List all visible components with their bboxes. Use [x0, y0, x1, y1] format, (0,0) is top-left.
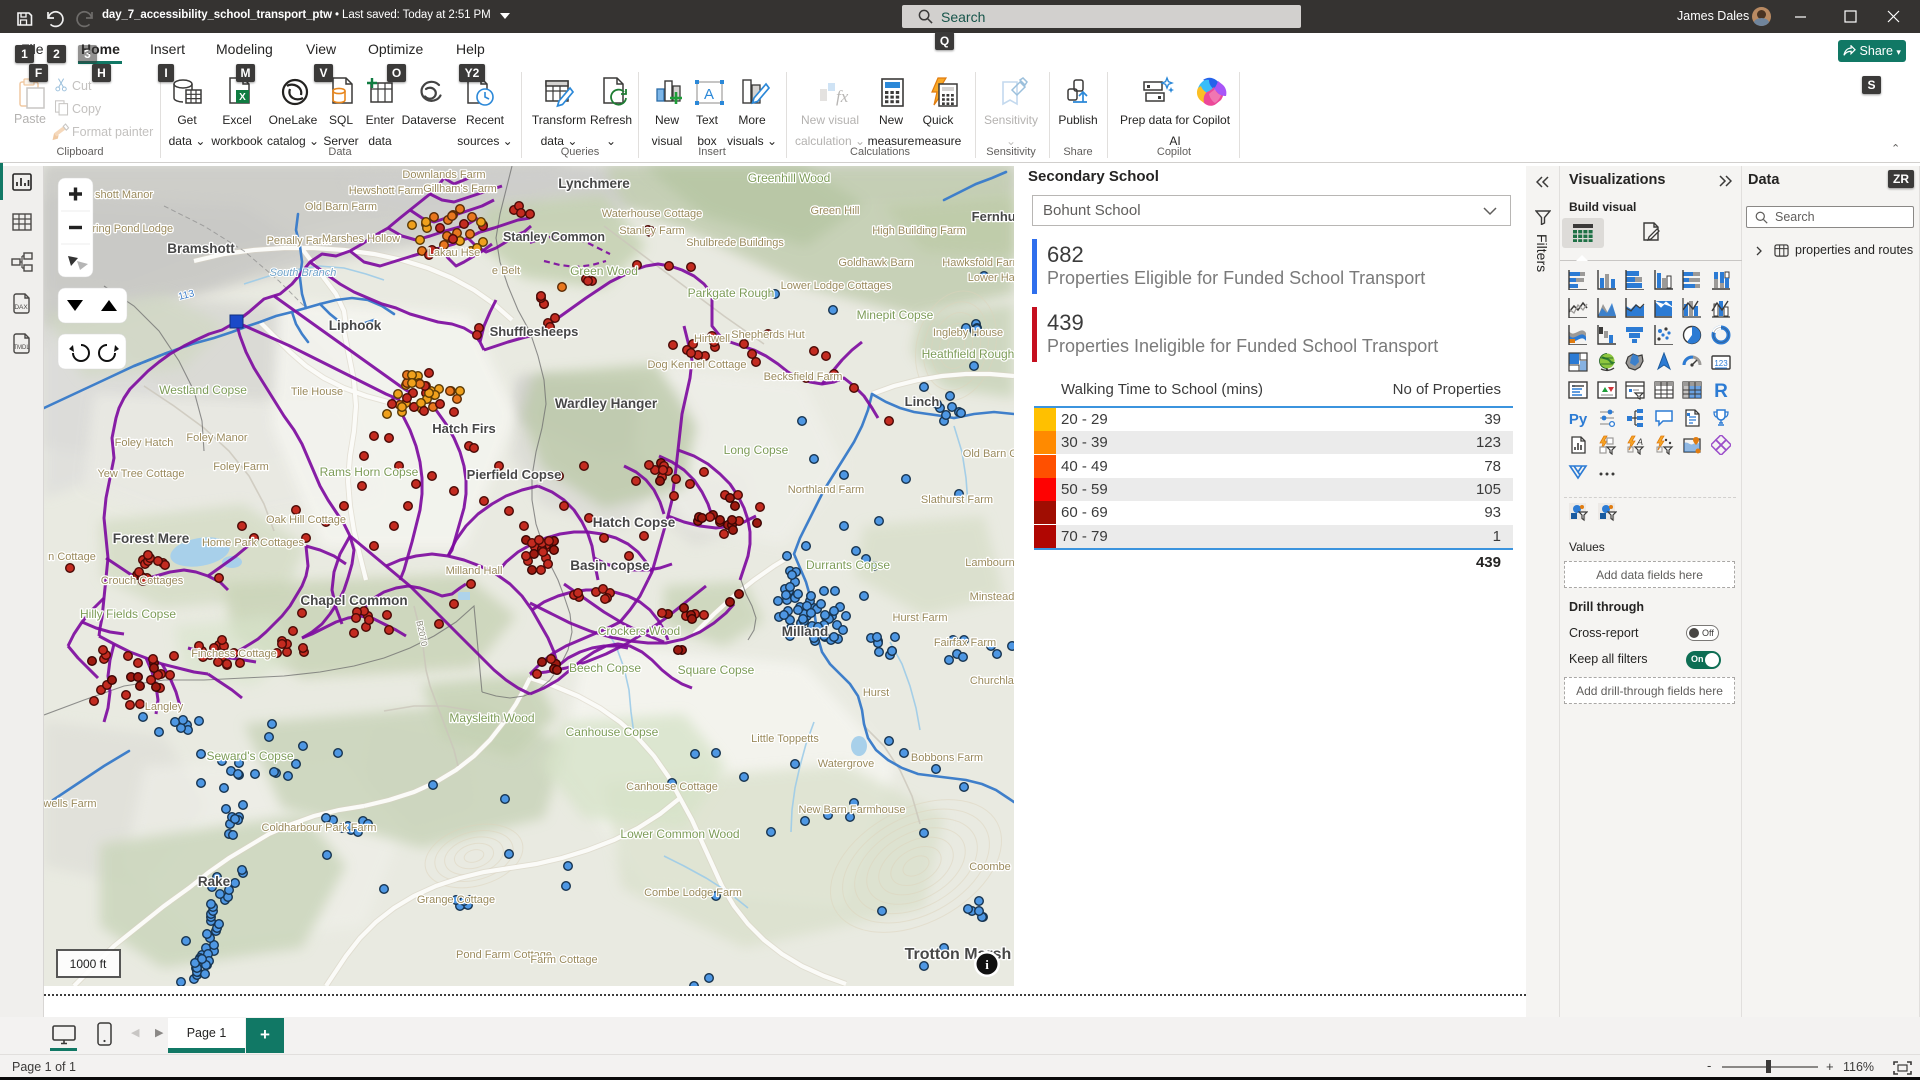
svg-text:Forest Mere: Forest Mere: [113, 531, 190, 546]
svg-text:Seward's Copse: Seward's Copse: [207, 749, 294, 763]
svg-text:Slathurst Farm: Slathurst Farm: [921, 494, 993, 506]
svg-text:Basin copse: Basin copse: [570, 558, 650, 573]
svg-text:Green Hill: Green Hill: [811, 205, 860, 217]
svg-text:Foley Manor: Foley Manor: [186, 432, 247, 444]
svg-text:Canhouse Cottage: Canhouse Cottage: [626, 781, 718, 793]
svg-text:Liphook: Liphook: [329, 318, 382, 333]
svg-text:Tile House: Tile House: [291, 386, 343, 398]
svg-text:R: R: [1714, 381, 1728, 400]
svg-text:Foley Hatch: Foley Hatch: [115, 437, 174, 449]
svg-text:Old Barn C: Old Barn C: [963, 448, 1014, 460]
svg-text:Lower Common Wood: Lower Common Wood: [620, 827, 739, 841]
svg-text:Coldharbour Park Farm: Coldharbour Park Farm: [262, 822, 377, 834]
svg-text:Old Barn Farm: Old Barn Farm: [305, 201, 377, 213]
svg-text:Hawksfold Farm: Hawksfold Farm: [942, 257, 1014, 269]
svg-text:Durrants Copse: Durrants Copse: [806, 558, 890, 572]
svg-text:Milland Hall: Milland Hall: [446, 565, 503, 577]
svg-text:wells Farm: wells Farm: [44, 798, 97, 810]
svg-text:Beech Copse: Beech Copse: [569, 661, 641, 675]
svg-text:fx: fx: [836, 87, 849, 106]
svg-text:Hurst: Hurst: [863, 687, 889, 699]
svg-text:Langley: Langley: [145, 701, 184, 713]
svg-text:123: 123: [1714, 359, 1728, 368]
svg-text:South Branch: South Branch: [270, 267, 337, 279]
svg-text:Maysleith Wood: Maysleith Wood: [449, 711, 534, 725]
svg-text:Churchland: Churchland: [970, 675, 1014, 687]
svg-text:1000 ft: 1000 ft: [70, 957, 107, 971]
svg-text:TMDL: TMDL: [13, 345, 30, 351]
svg-text:Hewshott Farm: Hewshott Farm: [349, 185, 424, 197]
svg-text:Hilly Fields Copse: Hilly Fields Copse: [80, 607, 176, 621]
svg-text:Square Copse: Square Copse: [678, 663, 755, 677]
svg-text:Lower Hay: Lower Hay: [968, 272, 1014, 284]
svg-text:Stanley Farm: Stanley Farm: [619, 225, 684, 237]
svg-text:Hatch Firs: Hatch Firs: [432, 421, 496, 436]
svg-text:n Cottage: n Cottage: [48, 551, 96, 563]
svg-text:Wardley Hanger: Wardley Hanger: [555, 396, 658, 411]
svg-text:Pierfield Copse: Pierfield Copse: [467, 467, 562, 482]
svg-text:Shufflesheeps: Shufflesheeps: [490, 324, 579, 339]
svg-text:Foley Farm: Foley Farm: [213, 461, 269, 473]
svg-text:Gillham's Farm: Gillham's Farm: [423, 183, 497, 195]
svg-text:Stanley Common: Stanley Common: [503, 230, 605, 244]
svg-text:Finchess Cottage: Finchess Cottage: [191, 648, 277, 660]
svg-text:Coombe: Coombe: [969, 861, 1011, 873]
svg-text:Lynchmere: Lynchmere: [558, 176, 630, 191]
svg-text:Little Toppetts: Little Toppetts: [751, 733, 819, 745]
svg-text:A: A: [1636, 437, 1643, 447]
svg-text:Parkgate Rough: Parkgate Rough: [688, 286, 775, 300]
svg-text:Heathfield Rough: Heathfield Rough: [922, 347, 1014, 361]
svg-text:Waterhouse Cottage: Waterhouse Cottage: [602, 208, 702, 220]
svg-text:Milland: Milland: [782, 624, 829, 639]
svg-text:Home Park Cottages: Home Park Cottages: [202, 537, 305, 549]
svg-text:Watergrove: Watergrove: [818, 758, 874, 770]
svg-text:e Belt: e Belt: [492, 265, 520, 277]
svg-text:Combe Lodge Farm: Combe Lodge Farm: [644, 887, 742, 899]
svg-text:Lower Lodge Cottages: Lower Lodge Cottages: [781, 280, 892, 292]
svg-text:Downlands Farm: Downlands Farm: [402, 169, 485, 181]
svg-text:Crouch Cottages: Crouch Cottages: [101, 575, 184, 587]
svg-text:Py: Py: [1569, 411, 1588, 428]
svg-text:Minepit Copse: Minepit Copse: [857, 308, 934, 322]
svg-text:High Building Farm: High Building Farm: [872, 225, 966, 237]
svg-text:Marshes Hollow: Marshes Hollow: [322, 233, 400, 245]
svg-text:Oak Hill Cottage: Oak Hill Cottage: [266, 514, 346, 526]
svg-text:Green Wood: Green Wood: [570, 264, 638, 278]
svg-text:Rake: Rake: [198, 874, 231, 889]
svg-text:Ingleby House: Ingleby House: [933, 327, 1003, 339]
svg-text:Hirtwell: Hirtwell: [694, 333, 730, 345]
svg-text:shott Manor: shott Manor: [95, 189, 153, 201]
svg-text:Shulbrede Buildings: Shulbrede Buildings: [686, 237, 784, 249]
svg-text:Northland Farm: Northland Farm: [788, 484, 864, 496]
svg-text:A: A: [704, 86, 714, 103]
svg-text:Bobbons Farm: Bobbons Farm: [911, 752, 983, 764]
svg-text:Hurst Farm: Hurst Farm: [893, 612, 948, 624]
svg-text:Bramshott: Bramshott: [167, 241, 235, 256]
svg-text:Goldhawk Barn: Goldhawk Barn: [838, 257, 913, 269]
svg-text:X: X: [239, 92, 246, 103]
svg-text:Long Copse: Long Copse: [724, 443, 789, 457]
svg-text:Chapel Common: Chapel Common: [300, 593, 407, 608]
svg-text:Yew Tree Cottage: Yew Tree Cottage: [97, 468, 184, 480]
svg-text:DAX: DAX: [14, 304, 28, 311]
svg-text:Dog Kennel Cottage: Dog Kennel Cottage: [647, 359, 746, 371]
svg-text:Rams Horn Copse: Rams Horn Copse: [320, 465, 419, 479]
svg-text:Minstead: Minstead: [970, 591, 1014, 603]
svg-text:Hatch Copse: Hatch Copse: [593, 515, 676, 530]
svg-text:Becksfield Farm: Becksfield Farm: [764, 371, 843, 383]
svg-text:Linch: Linch: [905, 394, 940, 409]
svg-text:Lakau Hse: Lakau Hse: [428, 247, 481, 259]
svg-text:Fernhurst: Fernhurst: [972, 209, 1014, 224]
svg-text:Greenhill Wood: Greenhill Wood: [748, 171, 831, 185]
svg-text:Shepherds Hut: Shepherds Hut: [731, 329, 804, 341]
svg-text:Canhouse Copse: Canhouse Copse: [566, 725, 659, 739]
svg-text:Farm Cottage: Farm Cottage: [530, 954, 597, 966]
svg-text:Fairfax Farm: Fairfax Farm: [934, 637, 996, 649]
svg-text:Lambourn: Lambourn: [965, 557, 1014, 569]
svg-text:Westland Copse: Westland Copse: [159, 383, 247, 397]
svg-text:Grange Cottage: Grange Cottage: [417, 894, 495, 906]
svg-text:Crockers Wood: Crockers Wood: [598, 624, 680, 638]
svg-text:i: i: [985, 957, 989, 972]
svg-text:New Barn Farmhouse: New Barn Farmhouse: [799, 804, 906, 816]
